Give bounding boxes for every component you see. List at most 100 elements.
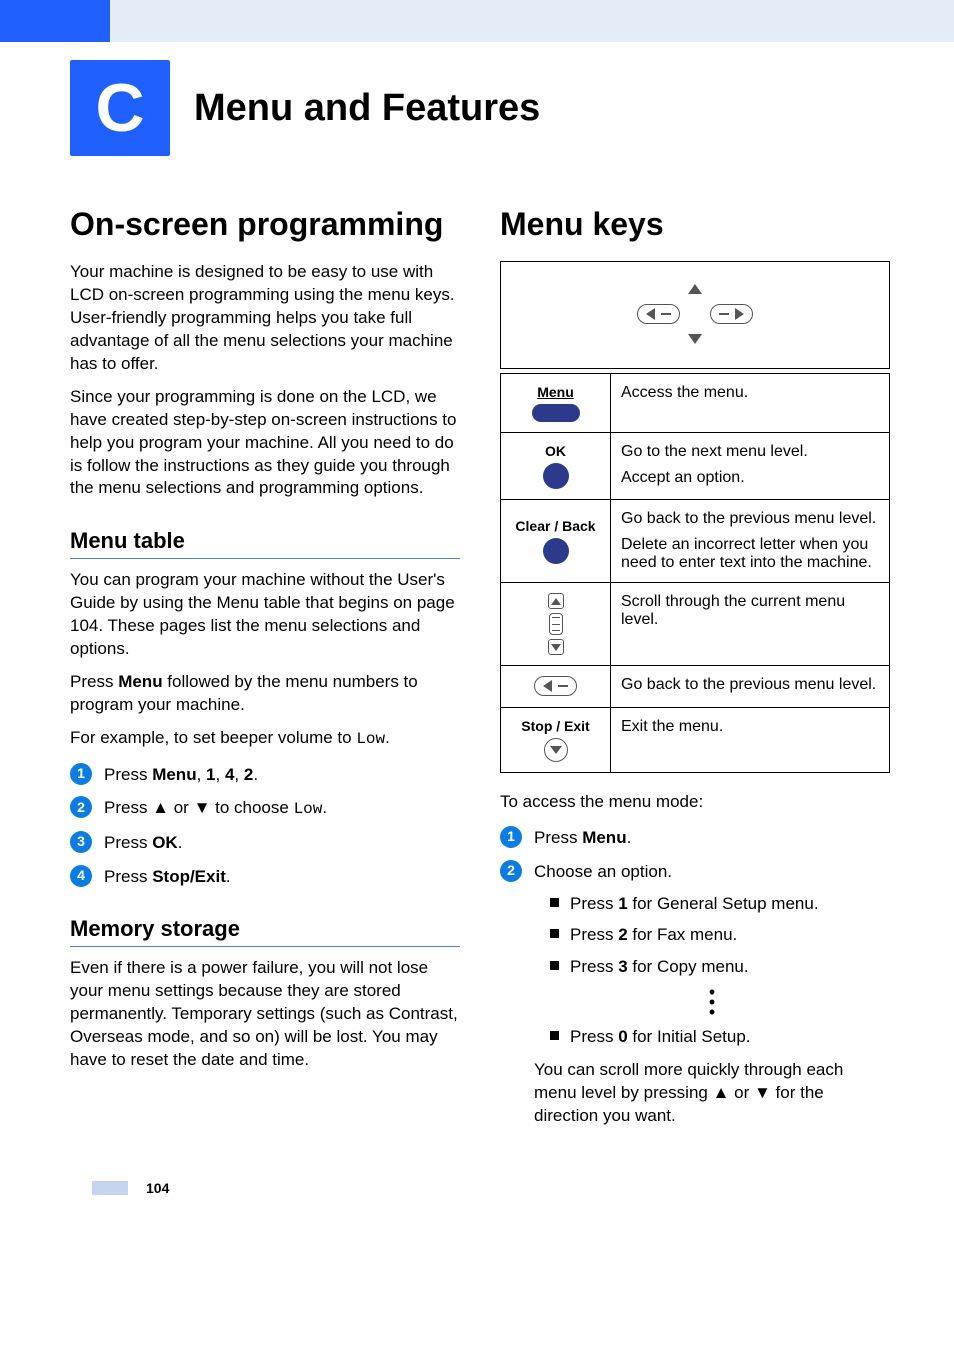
chapter-letter-badge: C bbox=[70, 60, 170, 156]
key-graphic-clear: Clear / Back bbox=[501, 500, 611, 583]
key-graphic-left bbox=[501, 666, 611, 708]
table-row: Menu Access the menu. bbox=[501, 374, 890, 433]
list-item: Press 2 for Fax menu. bbox=[550, 923, 890, 947]
text-bold: 0 bbox=[618, 1027, 627, 1046]
text: . bbox=[178, 833, 183, 852]
key-desc-back: Go back to the previous menu level. bbox=[611, 666, 890, 708]
left-arrow-button-icon bbox=[534, 676, 577, 696]
text: . bbox=[322, 798, 327, 817]
text: For example, to set beeper volume to bbox=[70, 728, 356, 747]
stop-exit-key-label: Stop / Exit bbox=[511, 718, 600, 734]
chevron-left-icon bbox=[543, 680, 552, 692]
up-arrow-icon bbox=[688, 284, 702, 294]
access-step-2: Choose an option. Press 1 for General Se… bbox=[500, 860, 890, 1128]
left-arrow-button-icon bbox=[637, 304, 680, 324]
memory-storage-paragraph: Even if there is a power failure, you wi… bbox=[70, 957, 460, 1072]
example-intro: For example, to set beeper volume to Low… bbox=[70, 727, 460, 751]
text: , bbox=[216, 765, 225, 784]
vertical-ellipsis-icon: ••• bbox=[534, 987, 890, 1017]
text-bold: OK bbox=[152, 833, 178, 852]
text: . bbox=[385, 728, 390, 747]
text: Press ▲ or ▼ to choose bbox=[104, 798, 294, 817]
text: Press bbox=[570, 1027, 618, 1046]
key-desc-menu: Access the menu. bbox=[611, 374, 890, 433]
menu-table-paragraph-2: Press Menu followed by the menu numbers … bbox=[70, 671, 460, 717]
option-list: Press 1 for General Setup menu. Press 2 … bbox=[550, 892, 890, 979]
chevron-left-icon bbox=[646, 308, 655, 320]
example-steps: Press Menu, 1, 4, 2. Press ▲ or ▼ to cho… bbox=[70, 763, 460, 889]
option-list-2: Press 0 for Initial Setup. bbox=[550, 1025, 890, 1049]
step-3: Press OK. bbox=[70, 831, 460, 855]
text-bold: 1 bbox=[618, 894, 627, 913]
key-desc-clear: Go back to the previous menu level. Dele… bbox=[611, 500, 890, 583]
text: Press bbox=[104, 867, 152, 886]
list-item: Press 1 for General Setup menu. bbox=[550, 892, 890, 916]
right-arrow-button-icon bbox=[710, 304, 753, 324]
section-on-screen-programming: On-screen programming bbox=[70, 206, 460, 243]
clear-back-key-label: Clear / Back bbox=[511, 518, 600, 534]
menu-button-icon bbox=[532, 404, 580, 422]
text: Go to the next menu level. bbox=[621, 443, 879, 461]
text-bold: 3 bbox=[618, 957, 627, 976]
page-number: 104 bbox=[146, 1180, 169, 1196]
text-mono: Low bbox=[356, 730, 385, 748]
subheading-memory-storage: Memory storage bbox=[70, 916, 460, 947]
access-steps: Press Menu. Choose an option. Press 1 fo… bbox=[500, 826, 890, 1128]
text-bold: 1 bbox=[206, 765, 215, 784]
subheading-menu-table: Menu table bbox=[70, 528, 460, 559]
stop-triangle-icon bbox=[550, 746, 562, 754]
text: Choose an option. bbox=[534, 862, 672, 881]
section-menu-keys: Menu keys bbox=[500, 206, 890, 243]
chevron-right-icon bbox=[735, 308, 744, 320]
text-bold: 2 bbox=[244, 765, 253, 784]
chapter-heading: C Menu and Features bbox=[70, 60, 954, 156]
key-graphic-menu: Menu bbox=[501, 374, 611, 433]
menu-table-paragraph-1: You can program your machine without the… bbox=[70, 569, 460, 661]
text: Press bbox=[70, 672, 118, 691]
text: Press bbox=[570, 894, 618, 913]
table-row: Scroll through the current menu level. bbox=[501, 583, 890, 666]
key-desc-exit: Exit the menu. bbox=[611, 708, 890, 773]
down-arrow-icon bbox=[551, 644, 561, 651]
text-bold: 2 bbox=[618, 925, 627, 944]
step-2: Press ▲ or ▼ to choose Low. bbox=[70, 796, 460, 820]
scroll-tip: You can scroll more quickly through each… bbox=[534, 1059, 890, 1128]
key-desc-scroll: Scroll through the current menu level. bbox=[611, 583, 890, 666]
list-item: Press 3 for Copy menu. bbox=[550, 955, 890, 979]
text-bold: Menu bbox=[118, 672, 162, 691]
text-bold: Menu bbox=[152, 765, 196, 784]
text: Press bbox=[570, 957, 618, 976]
step-4: Press Stop/Exit. bbox=[70, 865, 460, 889]
header-accent bbox=[0, 0, 110, 42]
up-arrow-icon bbox=[551, 598, 561, 605]
page-footer: 104 bbox=[0, 1180, 954, 1226]
clear-back-button-icon bbox=[543, 538, 569, 564]
down-arrow-icon bbox=[688, 334, 702, 344]
text-bold: Stop/Exit bbox=[152, 867, 226, 886]
text: Go back to the previous menu level. bbox=[621, 510, 879, 528]
key-graphic-updown bbox=[501, 583, 611, 666]
scroll-bar-icon bbox=[549, 613, 563, 635]
text: , bbox=[234, 765, 243, 784]
text: for Initial Setup. bbox=[628, 1027, 751, 1046]
text: , bbox=[197, 765, 206, 784]
text: Press bbox=[104, 833, 152, 852]
intro-paragraph-2: Since your programming is done on the LC… bbox=[70, 386, 460, 501]
text: . bbox=[627, 828, 632, 847]
table-row: Go back to the previous menu level. bbox=[501, 666, 890, 708]
page-body: On-screen programming Your machine is de… bbox=[0, 156, 954, 1180]
text: Accept an option. bbox=[621, 469, 879, 487]
key-desc-ok: Go to the next menu level. Accept an opt… bbox=[611, 433, 890, 500]
ok-button-icon bbox=[543, 463, 569, 489]
access-intro: To access the menu mode: bbox=[500, 791, 890, 814]
text: . bbox=[253, 765, 258, 784]
key-graphic-ok: OK bbox=[501, 433, 611, 500]
menu-key-label: Menu bbox=[511, 384, 600, 400]
text: Press bbox=[104, 765, 152, 784]
table-row: OK Go to the next menu level. Accept an … bbox=[501, 433, 890, 500]
text: Press bbox=[534, 828, 582, 847]
table-row: Clear / Back Go back to the previous men… bbox=[501, 500, 890, 583]
text-bold: Menu bbox=[582, 828, 626, 847]
menu-keys-table: Menu Access the menu. OK Go to the next … bbox=[500, 373, 890, 773]
access-step-1: Press Menu. bbox=[500, 826, 890, 850]
